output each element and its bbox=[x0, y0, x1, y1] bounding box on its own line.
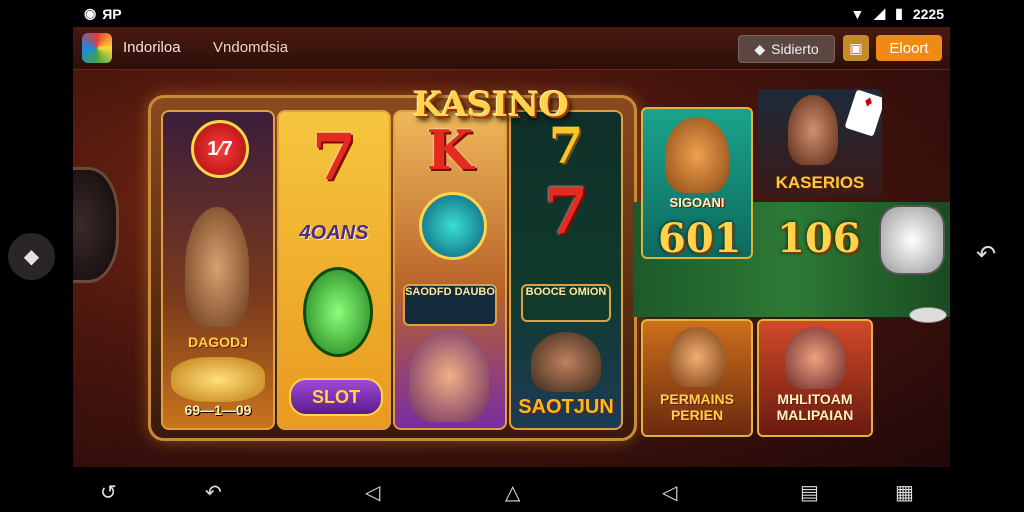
reel1-score: 69—1—09 bbox=[184, 402, 252, 418]
cowboy-character bbox=[669, 327, 725, 387]
diamond-icon: ◆ bbox=[23, 246, 40, 268]
seven-symbol: 7 bbox=[311, 120, 357, 195]
notification-icon: ◉ bbox=[84, 5, 97, 21]
reel-2[interactable]: 7 4OANS SLOT bbox=[277, 110, 391, 430]
roulette-wheel bbox=[73, 167, 119, 283]
score-right: 106 bbox=[777, 215, 861, 262]
green-swirl bbox=[303, 267, 373, 357]
back-triangle-icon[interactable]: ◁ bbox=[365, 480, 380, 505]
reel4-plate-text: BOOCE OMION bbox=[525, 286, 607, 298]
status-time: 2225 bbox=[912, 5, 944, 22]
sidebets-button[interactable]: ◆ Sidierto bbox=[738, 35, 835, 63]
status-right: ▼ ◢ ▮ 2225 bbox=[850, 5, 944, 22]
dice-icon bbox=[879, 205, 945, 275]
card3-label: PERMAINS PERIEN bbox=[660, 391, 734, 423]
card4-label: MHLITOAM MALIPAIAN bbox=[776, 391, 854, 423]
sidebets-label: Sidierto bbox=[771, 41, 819, 57]
elect-label: Eloort bbox=[889, 39, 929, 57]
kasino-logo: KASINO bbox=[413, 85, 569, 125]
chip-icon bbox=[909, 307, 947, 323]
seven-symbol-middle: 7 bbox=[543, 174, 589, 249]
slot-machine: 1⁄7 DAGODJ 69—1—09 7 4OANS SLOT K SAODFD… bbox=[148, 95, 637, 441]
gift-icon: ▣ bbox=[849, 39, 863, 56]
rotate-icon[interactable]: ↺ bbox=[100, 480, 117, 505]
heart-text: 1⁄7 bbox=[207, 137, 233, 160]
slot-button-label: SLOT bbox=[312, 386, 360, 407]
fox-character bbox=[185, 207, 249, 327]
card-permains[interactable]: PERMAINS PERIEN bbox=[641, 319, 753, 437]
battery-icon: ▮ bbox=[895, 5, 903, 21]
side-menu-button[interactable]: ◆ bbox=[8, 233, 55, 280]
status-bar: ◉ ЯР ▼ ◢ ▮ 2225 bbox=[0, 0, 1024, 26]
score-left: 601 bbox=[658, 215, 742, 262]
back-triangle-icon-2[interactable]: ◁ bbox=[662, 480, 677, 505]
woman-card-character bbox=[785, 327, 845, 389]
slot-button[interactable]: SLOT bbox=[289, 378, 383, 416]
card2-label: KASERIOS bbox=[775, 173, 865, 192]
status-left: ◉ ЯР bbox=[84, 5, 122, 22]
wifi-icon: ▼ bbox=[850, 5, 865, 22]
k-symbol: K bbox=[426, 118, 474, 182]
gift-button[interactable]: ▣ bbox=[843, 35, 869, 61]
reel1-panel-text: DAGODJ bbox=[188, 334, 248, 350]
reel2-label: 4OANS bbox=[299, 222, 369, 244]
card1-label: SIGOANI bbox=[669, 195, 725, 210]
gold-coins bbox=[171, 357, 265, 402]
app-title: Indoriloa bbox=[123, 39, 181, 56]
woman-character bbox=[409, 330, 489, 422]
playing-cards-icon: ♦ bbox=[844, 89, 882, 137]
side-back-button[interactable]: ↶ bbox=[976, 240, 996, 269]
teal-gem bbox=[419, 192, 487, 260]
recents-icon-2[interactable]: ▦ bbox=[895, 480, 914, 505]
nav-bar: ↺ ↶ ◁ △ ◁ ▤ ▦ bbox=[0, 470, 1024, 512]
card-kaserios[interactable]: ♦ KASERIOS bbox=[758, 89, 882, 197]
signal-icon: ◢ bbox=[874, 5, 886, 21]
tab-main[interactable]: Vndomdsia bbox=[213, 39, 288, 56]
card-malipaian[interactable]: MHLITOAM MALIPAIAN bbox=[757, 319, 873, 437]
elect-button[interactable]: Eloort bbox=[876, 35, 942, 61]
man-character bbox=[531, 332, 601, 392]
tag-icon: ◆ bbox=[754, 40, 766, 57]
status-left-text: ЯР bbox=[102, 5, 122, 22]
back-icon[interactable]: ↶ bbox=[205, 480, 222, 505]
heart-badge: 1⁄7 bbox=[191, 120, 249, 178]
reel4-plate: BOOCE OMION bbox=[521, 284, 611, 322]
reel3-plate: SAODFD DAUBO bbox=[403, 284, 497, 326]
reel-1[interactable]: 1⁄7 DAGODJ 69—1—09 bbox=[161, 110, 275, 430]
home-icon[interactable]: △ bbox=[505, 480, 520, 505]
reel4-label: SAOTJUN bbox=[518, 396, 614, 418]
fox-card-character bbox=[665, 117, 729, 193]
dealer-character bbox=[788, 95, 838, 165]
back-arrow-icon: ↶ bbox=[976, 241, 997, 268]
recents-icon[interactable]: ▤ bbox=[800, 480, 819, 505]
app-logo-icon[interactable] bbox=[82, 33, 112, 63]
reel-4[interactable]: 7 7 BOOCE OMION SAOTJUN bbox=[509, 110, 623, 430]
reel3-plate-text: SAODFD DAUBO bbox=[405, 286, 495, 298]
game-window: Indoriloa Vndomdsia ◆ Sidierto ▣ Eloort … bbox=[73, 27, 950, 467]
top-bar: Indoriloa Vndomdsia ◆ Sidierto ▣ Eloort bbox=[73, 27, 950, 70]
reel-3[interactable]: K SAODFD DAUBO bbox=[393, 110, 507, 430]
